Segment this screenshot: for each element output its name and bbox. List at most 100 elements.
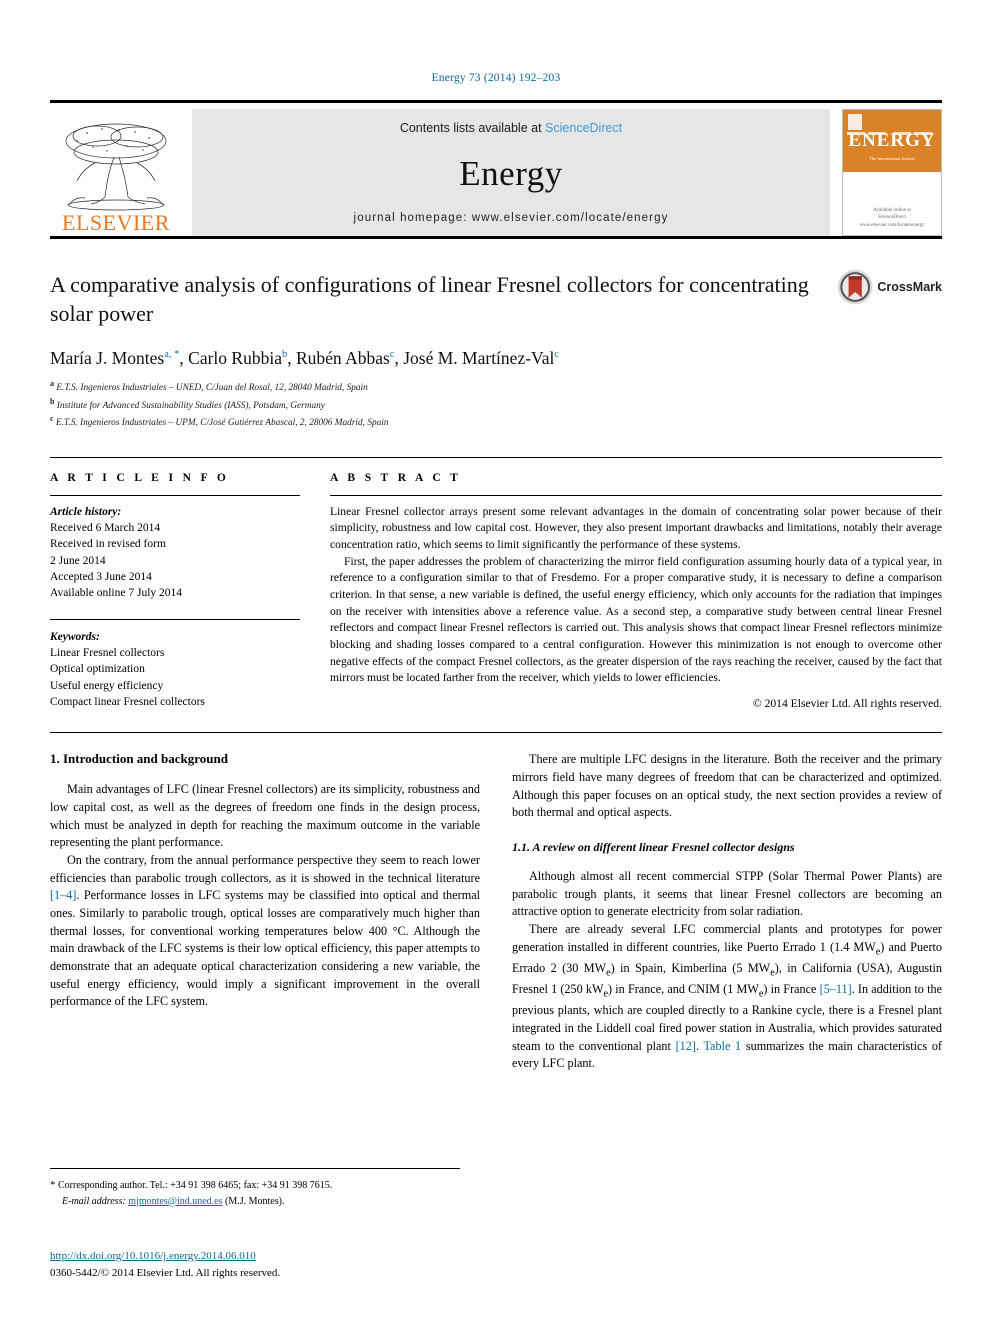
author-marks[interactable]: b — [282, 349, 287, 360]
elsevier-tree-icon — [65, 123, 167, 211]
article-info-column: A R T I C L E I N F O Article history: R… — [50, 472, 300, 711]
author-marks[interactable]: a, * — [164, 349, 179, 360]
article-info-rule — [50, 494, 300, 496]
author-name: Rubén Abbas — [295, 348, 390, 369]
body-paragraph: There are already several LFC commercial… — [512, 921, 942, 1073]
page-title: A comparative analysis of configurations… — [50, 272, 809, 327]
article-history: Article history: Received 6 March 2014 R… — [50, 504, 300, 602]
author-name: José M. Martínez-Val — [403, 348, 555, 369]
affiliation-label: a — [50, 379, 54, 389]
table-1-link[interactable]: Table 1 — [703, 1039, 741, 1053]
body-paragraph: There are multiple LFC designs in the li… — [512, 752, 942, 820]
author-list: María J. Montesa, *, Carlo Rubbiab, Rubé… — [50, 348, 560, 369]
affiliation-text: E.T.S. Ingenieros Industriales – UPM, C/… — [55, 418, 389, 429]
affiliation-item: a E.T.S. Ingenieros Industriales – UNED,… — [50, 378, 942, 396]
cover-footer: Available online at ScienceDirect www.el… — [843, 207, 941, 230]
journal-cover-thumbnail: ENERGY The International Journal Availab… — [842, 109, 942, 236]
affiliation-label: b — [50, 396, 55, 406]
paper-page: Energy 73 (2014) 192–203 ELSEVIER Conten… — [0, 0, 992, 1323]
footnote-corresponding-text: Corresponding author. Tel.: +34 91 398 6… — [58, 1180, 333, 1191]
paragraph-text: ) in France, and CNIM (1 MW — [608, 982, 759, 997]
footnote-email-line: E-mail address: mjmontes@ind.uned.es (M.… — [50, 1194, 460, 1209]
email-owner: (M.J. Montes). — [225, 1195, 285, 1207]
contents-line: Contents lists available at ScienceDirec… — [400, 121, 622, 135]
affiliation-text: Institute for Advanced Sustainability St… — [56, 400, 325, 411]
sciencedirect-band: Contents lists available at ScienceDirec… — [192, 109, 830, 236]
abstract-heading: A B S T R A C T — [330, 471, 462, 484]
contents-prefix: Contents lists available at — [399, 121, 542, 135]
keyword-item: Useful energy efficiency — [50, 679, 164, 692]
doi-link[interactable]: http://dx.doi.org/10.1016/j.energy.2014.… — [50, 1250, 256, 1262]
journal-masthead: ELSEVIER Contents lists available at Sci… — [50, 100, 942, 240]
crossmark-icon — [837, 269, 873, 305]
email-link[interactable]: mjmontes@ind.uned.es — [128, 1196, 222, 1207]
section-heading-introduction: 1. Introduction and background — [50, 751, 228, 767]
body-paragraph: Main advantages of LFC (linear Fresnel c… — [50, 782, 480, 850]
author-name: María J. Montes — [50, 348, 165, 369]
cover-hairlines — [847, 122, 937, 135]
author-marks[interactable]: c — [554, 349, 559, 360]
body-right-column: There are multiple LFC designs in the li… — [512, 751, 942, 1073]
body-paragraph: On the contrary, from the annual perform… — [50, 852, 480, 1011]
cover-footer-line3: www.elsevier.com/locate/energy — [859, 222, 925, 228]
keyword-item: Compact linear Fresnel collectors — [50, 695, 205, 708]
abstract-paragraph: Linear Fresnel collector arrays present … — [330, 504, 942, 551]
title-block: A comparative analysis of configurations… — [50, 269, 942, 431]
cover-subtitle: The International Journal — [869, 156, 915, 161]
history-item: Received in revised form — [50, 538, 166, 551]
history-item: 2 June 2014 — [50, 554, 106, 567]
citation-ref-12[interactable]: [12] — [676, 1039, 696, 1053]
cover-footer-line2: ScienceDirect — [877, 215, 907, 220]
corresponding-author-footnote: * Corresponding author. Tel.: +34 91 398… — [50, 1168, 460, 1209]
cover-title: ENERGY — [848, 130, 936, 151]
email-label: E-mail address: — [62, 1195, 126, 1207]
abstract-body: Linear Fresnel collector arrays present … — [330, 504, 942, 688]
abstract-rule — [330, 494, 942, 496]
citation-ref-5-11[interactable]: [5–11] — [820, 982, 852, 996]
affiliation-item: c E.T.S. Ingenieros Industriales – UPM, … — [50, 413, 942, 431]
crossmark-label: CrossMark — [877, 280, 942, 294]
issn-copyright-line: 0360-5442/© 2014 Elsevier Ltd. All right… — [50, 1266, 281, 1279]
article-history-heading: Article history: — [50, 505, 122, 518]
footnote-line: * Corresponding author. Tel.: +34 91 398… — [50, 1177, 460, 1194]
body-paragraph: Although almost all recent commercial ST… — [512, 868, 942, 919]
cover-top-band: ENERGY The International Journal — [843, 110, 941, 172]
subsection-heading-review: 1.1. A review on different linear Fresne… — [512, 839, 795, 854]
affiliation-label: c — [50, 414, 54, 424]
abstract-paragraph: First, the paper addresses the problem o… — [330, 554, 942, 685]
paragraph-text: ) in France — [763, 982, 820, 997]
paragraph-text: . Performance losses in LFC systems may … — [50, 888, 480, 1009]
doi-footer: http://dx.doi.org/10.1016/j.energy.2014.… — [50, 1248, 480, 1281]
paragraph-text: On the contrary, from the annual perform… — [50, 852, 480, 885]
body-columns: 1. Introduction and background Main adva… — [50, 732, 942, 1073]
keywords-heading: Keywords: — [50, 630, 100, 643]
affiliation-item: b Institute for Advanced Sustainability … — [50, 396, 942, 414]
body-left-column: 1. Introduction and background Main adva… — [50, 751, 480, 1073]
keywords-block: Keywords: Linear Fresnel collectors Opti… — [50, 618, 300, 711]
running-head: Energy 73 (2014) 192–203 — [431, 72, 561, 84]
abstract-copyright: © 2014 Elsevier Ltd. All rights reserved… — [752, 697, 942, 711]
masthead-bottom-rule — [50, 236, 942, 239]
abstract-column: A B S T R A C T Linear Fresnel collector… — [330, 472, 942, 711]
article-info-heading: A R T I C L E I N F O — [50, 471, 230, 484]
journal-homepage[interactable]: journal homepage: www.elsevier.com/locat… — [354, 212, 669, 224]
author-name: Carlo Rubbia — [188, 348, 282, 369]
footnote-star-marker: * — [50, 1179, 56, 1191]
info-abstract-region: A R T I C L E I N F O Article history: R… — [50, 456, 942, 711]
paragraph-text: ) in Spain, Kimberlina (5 MW — [610, 960, 771, 975]
sciencedirect-link[interactable]: ScienceDirect — [545, 121, 622, 135]
affiliation-list: a E.T.S. Ingenieros Industriales – UNED,… — [50, 378, 942, 431]
keyword-item: Optical optimization — [50, 663, 145, 676]
elsevier-logo: ELSEVIER — [50, 109, 182, 236]
citation-ref-1-4[interactable]: [1–4] — [50, 888, 76, 902]
journal-title: Energy — [459, 153, 563, 193]
affiliation-text: E.T.S. Ingenieros Industriales – UNED, C… — [56, 383, 368, 394]
keyword-item: Linear Fresnel collectors — [50, 646, 165, 659]
elsevier-wordmark: ELSEVIER — [62, 210, 170, 235]
history-item: Received 6 March 2014 — [50, 521, 161, 534]
history-item: Accepted 3 June 2014 — [50, 570, 152, 583]
crossmark-badge[interactable]: CrossMark — [837, 264, 942, 310]
author-marks[interactable]: c — [390, 349, 395, 360]
history-item: Available online 7 July 2014 — [50, 587, 183, 600]
cover-footer-line1: Available online at — [873, 207, 911, 213]
